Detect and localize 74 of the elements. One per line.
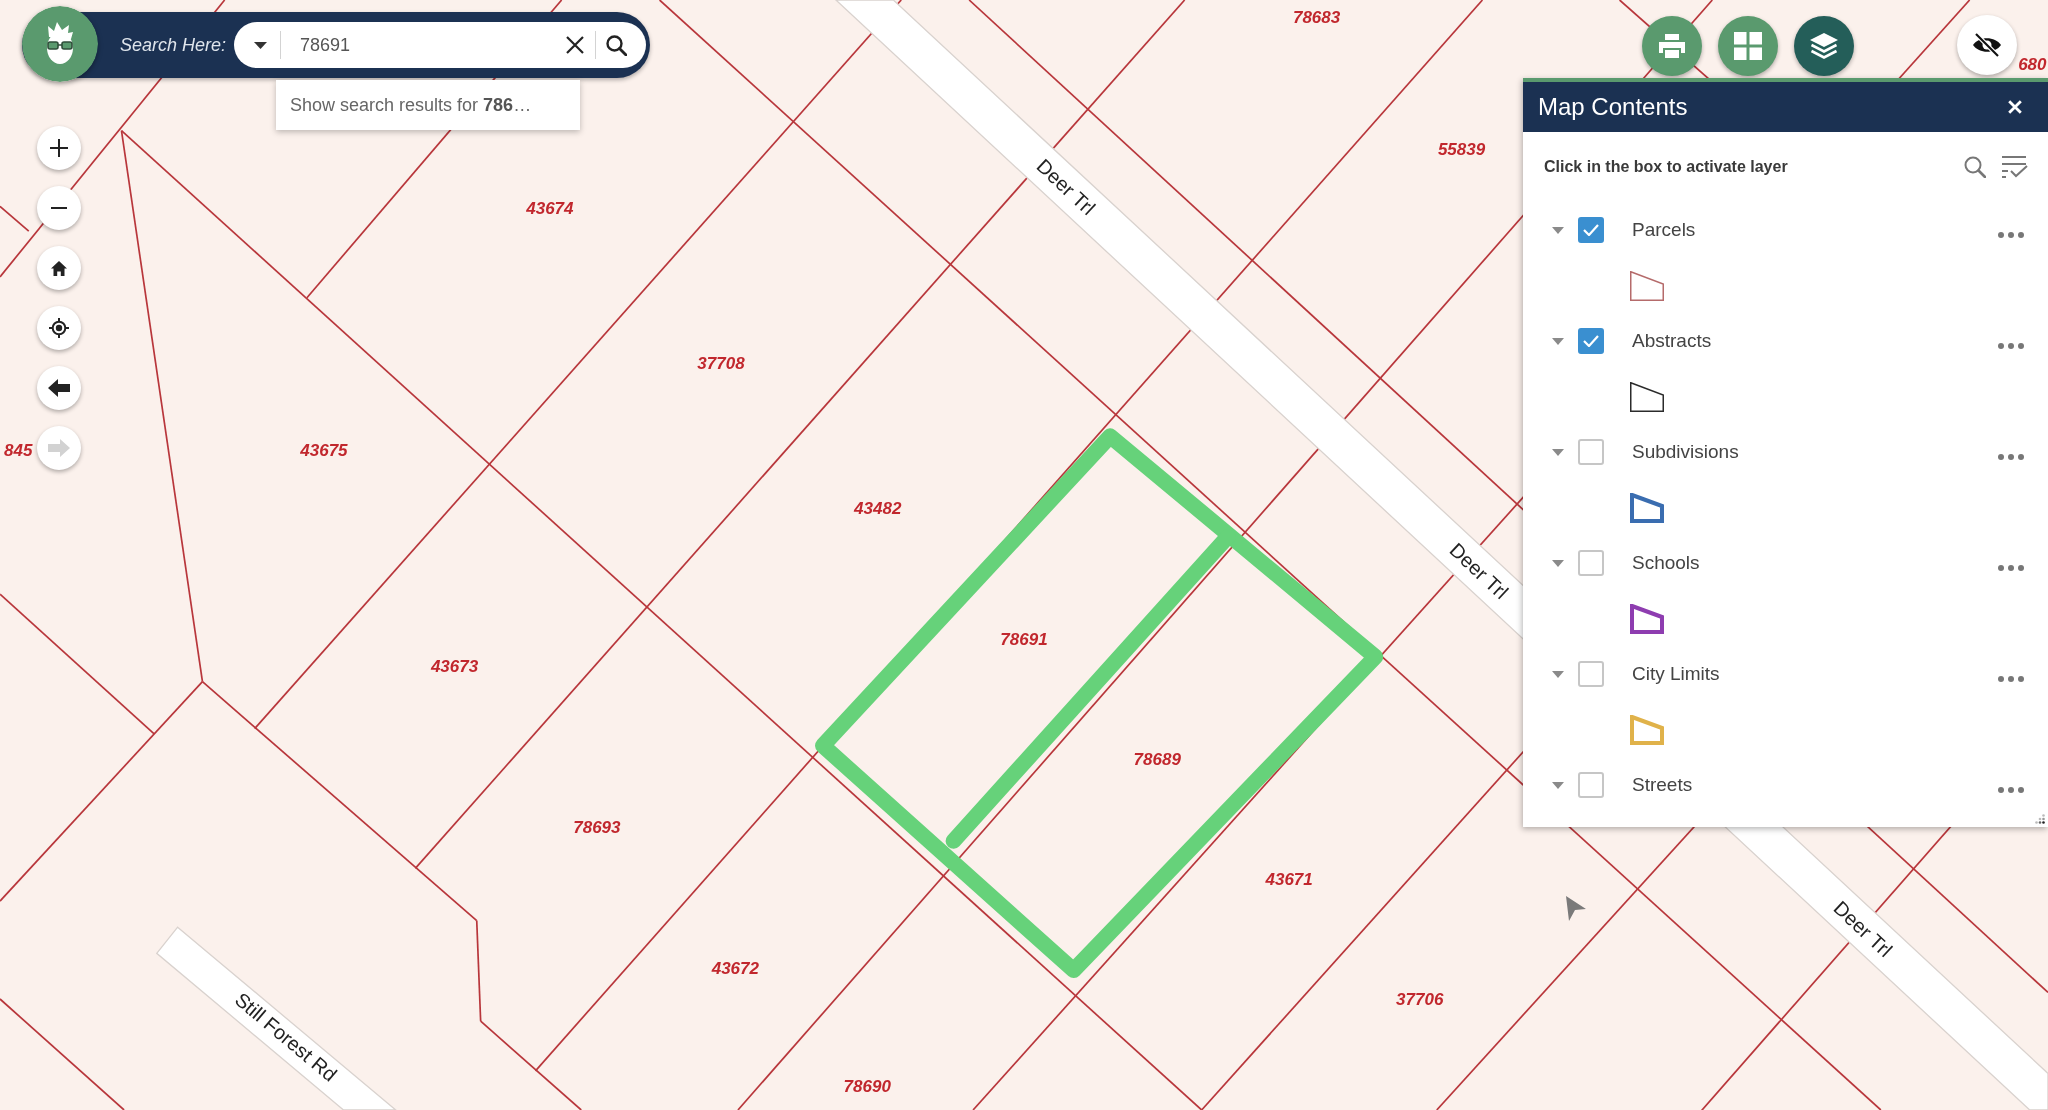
parcel-label: 43672 [711, 959, 759, 979]
search-label: Search Here: [120, 34, 227, 56]
pointer-icon [1564, 895, 1586, 921]
locate-button[interactable] [37, 306, 81, 350]
left-arrow-icon [48, 379, 70, 397]
minus-icon [51, 207, 67, 209]
parcel-label: 680 [2018, 55, 2047, 75]
close-icon [2008, 100, 2022, 114]
more-icon[interactable] [1998, 232, 2024, 238]
zoom-out-button[interactable] [37, 186, 81, 230]
back-button[interactable] [37, 366, 81, 410]
caret-icon[interactable] [1552, 781, 1564, 789]
layer-name: Schools [1632, 552, 1700, 574]
plus-icon [50, 139, 68, 157]
layer-checkbox[interactable] [1578, 550, 1604, 576]
parcel-label: 78693 [573, 818, 621, 838]
layer-name: Streets [1632, 774, 1693, 796]
caret-icon[interactable] [1552, 448, 1564, 456]
check-icon [1583, 224, 1599, 236]
parcel-label: 37706 [1396, 991, 1444, 1010]
parcel-label: 845 [4, 441, 33, 460]
layer-name: Abstracts [1632, 330, 1712, 352]
close-icon [566, 36, 585, 54]
layer-name: Subdivisions [1632, 441, 1739, 463]
parcel-label: 78690 [843, 1077, 891, 1097]
list-check-icon [2002, 156, 2028, 178]
more-icon[interactable] [1998, 454, 2024, 460]
eye-slash-icon [1972, 33, 2002, 57]
layer-checkbox[interactable] [1578, 328, 1604, 354]
more-icon[interactable] [1998, 343, 2024, 349]
layer-name: Parcels [1632, 219, 1696, 241]
grid-icon [1734, 32, 1762, 60]
more-icon[interactable] [1998, 676, 2024, 682]
home-button[interactable] [37, 246, 81, 290]
home-icon [51, 260, 67, 276]
parcel-label: 78691 [1000, 630, 1048, 650]
visibility-button[interactable] [1957, 15, 2017, 75]
parcel-label: 43671 [1265, 870, 1313, 890]
panel-title: Map Contents [1538, 93, 1688, 121]
hint-text: Click in the box to activate layer [1544, 158, 1788, 176]
mascot-logo-icon [22, 6, 98, 82]
layers-button[interactable] [1794, 16, 1854, 76]
caret-icon[interactable] [1552, 337, 1564, 345]
parcel-label: 55839 [1437, 140, 1486, 160]
parcel-label: 43675 [300, 441, 348, 460]
print-button[interactable] [1642, 16, 1702, 76]
layer-name: City Limits [1632, 663, 1720, 685]
caret-icon [253, 41, 267, 49]
parcel-label: 43482 [854, 500, 902, 519]
caret-icon[interactable] [1552, 226, 1564, 234]
parcel-label: 78689 [1133, 750, 1181, 770]
layers-icon [1810, 33, 1838, 59]
crosshair-icon [49, 318, 69, 338]
layer-checkbox[interactable] [1578, 661, 1604, 687]
parcel-label: 43674 [526, 199, 574, 219]
printer-icon [1659, 34, 1685, 58]
more-icon[interactable] [1998, 565, 2024, 571]
check-icon [1583, 335, 1599, 347]
resize-grip-icon[interactable] [2035, 814, 2045, 824]
zoom-in-button[interactable] [37, 126, 81, 170]
caret-icon[interactable] [1552, 559, 1564, 567]
parcel-label: 37708 [697, 355, 745, 374]
basemap-button[interactable] [1718, 16, 1778, 76]
search-icon [605, 34, 627, 56]
layer-checkbox[interactable] [1578, 772, 1604, 798]
right-arrow-icon [48, 439, 70, 457]
parcel-label: 43673 [430, 658, 479, 677]
caret-icon[interactable] [1552, 670, 1564, 678]
layer-checkbox[interactable] [1578, 217, 1604, 243]
more-icon[interactable] [1998, 787, 2024, 793]
parcel-label: 78683 [1292, 8, 1341, 28]
layer-checkbox[interactable] [1578, 439, 1604, 465]
search-suggestion[interactable]: Show search results for 786… [276, 80, 580, 130]
search-icon [1964, 156, 1986, 178]
